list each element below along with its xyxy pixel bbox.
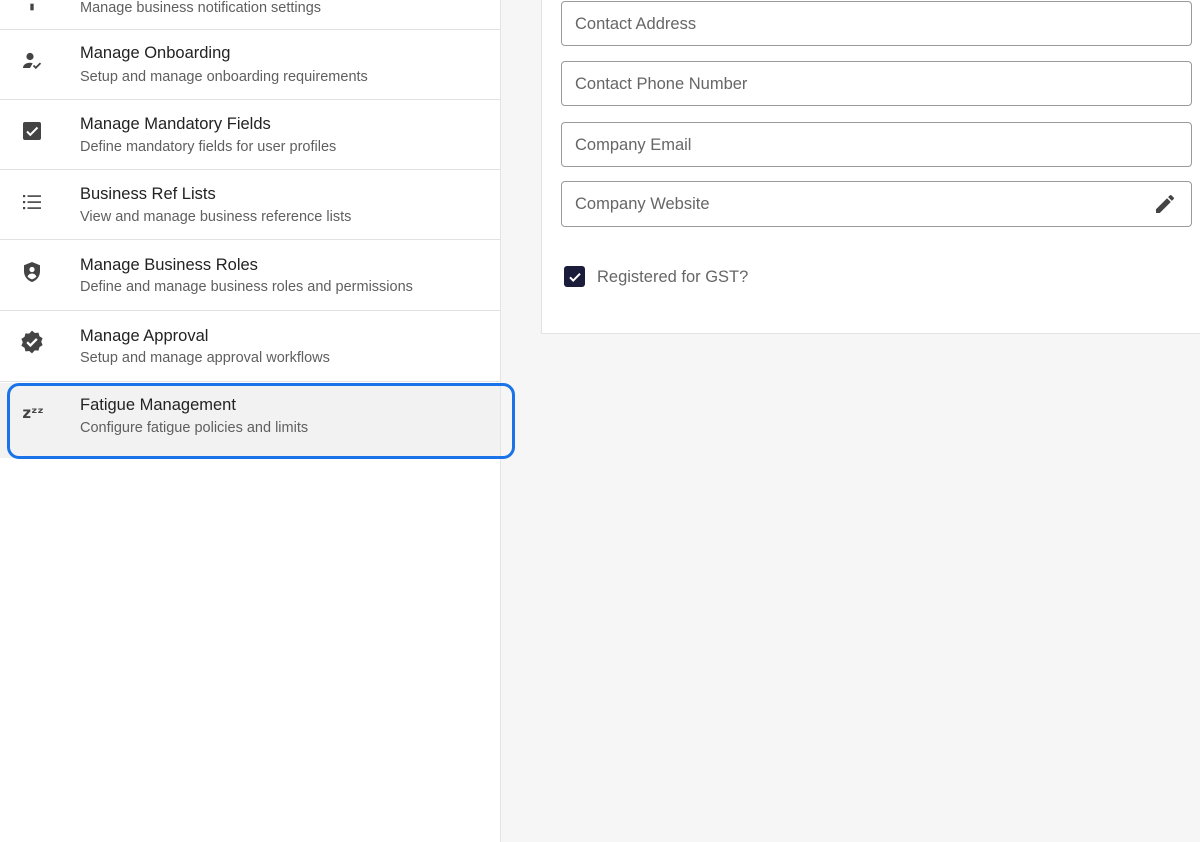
- notification-icon: [18, 0, 46, 16]
- sidebar-item-subtitle: Manage business notification settings: [80, 0, 322, 16]
- list-icon: [18, 188, 46, 216]
- sidebar-item-title: Manage Business Roles: [80, 256, 258, 274]
- gst-checkbox[interactable]: [564, 266, 585, 287]
- sidebar-item-title: Manage Mandatory Fields: [80, 115, 271, 133]
- sidebar-item-title: Fatigue Management: [80, 396, 236, 414]
- sidebar-item-title: Business Ref Lists: [80, 185, 216, 203]
- company-email-placeholder: Company Email: [575, 136, 692, 154]
- sidebar-item-approval[interactable]: Manage Approval Setup and manage approva…: [0, 312, 500, 382]
- sidebar-item-subtitle: Setup and manage onboarding requirements: [80, 69, 368, 85]
- sidebar-item-title: Manage Onboarding: [80, 44, 231, 62]
- sidebar-item-title: Manage Approval: [80, 327, 209, 345]
- settings-sidebar: Manage business notification settings Ma…: [0, 0, 501, 842]
- company-website-placeholder: Company Website: [575, 195, 710, 213]
- shield-person-icon: [18, 258, 46, 286]
- sidebar-item-subtitle: Define and manage business roles and per…: [80, 279, 413, 295]
- contact-address-placeholder: Contact Address: [575, 15, 697, 33]
- sidebar-item-notifications[interactable]: Manage business notification settings: [0, 0, 500, 30]
- company-website-field[interactable]: Company Website: [561, 181, 1192, 227]
- sidebar-item-subtitle: View and manage business reference lists: [80, 209, 352, 225]
- sidebar-item-onboarding[interactable]: Manage Onboarding Setup and manage onboa…: [0, 30, 500, 100]
- sidebar-item-ref-lists[interactable]: Business Ref Lists View and manage busin…: [0, 170, 500, 240]
- gst-label[interactable]: Registered for GST?: [597, 268, 748, 287]
- sidebar-item-subtitle: Define mandatory fields for user profile…: [80, 139, 337, 155]
- sleep-zzz-icon: zᶻᶻ: [22, 404, 44, 422]
- sidebar-item-roles[interactable]: Manage Business Roles Define and manage …: [0, 241, 500, 311]
- contact-phone-field[interactable]: Contact Phone Number: [561, 61, 1192, 106]
- company-email-field[interactable]: Company Email: [561, 122, 1192, 167]
- person-check-icon: [18, 47, 46, 75]
- verified-badge-icon: [18, 328, 46, 356]
- sidebar-item-subtitle: Configure fatigue policies and limits: [80, 420, 309, 436]
- sidebar-item-subtitle: Setup and manage approval workflows: [80, 350, 330, 366]
- sidebar-item-fatigue[interactable]: zᶻᶻ Fatigue Management Configure fatigue…: [0, 383, 500, 458]
- contact-phone-placeholder: Contact Phone Number: [575, 75, 748, 93]
- sidebar-item-mandatory-fields[interactable]: Manage Mandatory Fields Define mandatory…: [0, 100, 500, 170]
- pencil-edit-icon[interactable]: [1153, 192, 1177, 216]
- contact-address-field[interactable]: Contact Address: [561, 1, 1192, 46]
- checkbox-icon: [18, 117, 46, 145]
